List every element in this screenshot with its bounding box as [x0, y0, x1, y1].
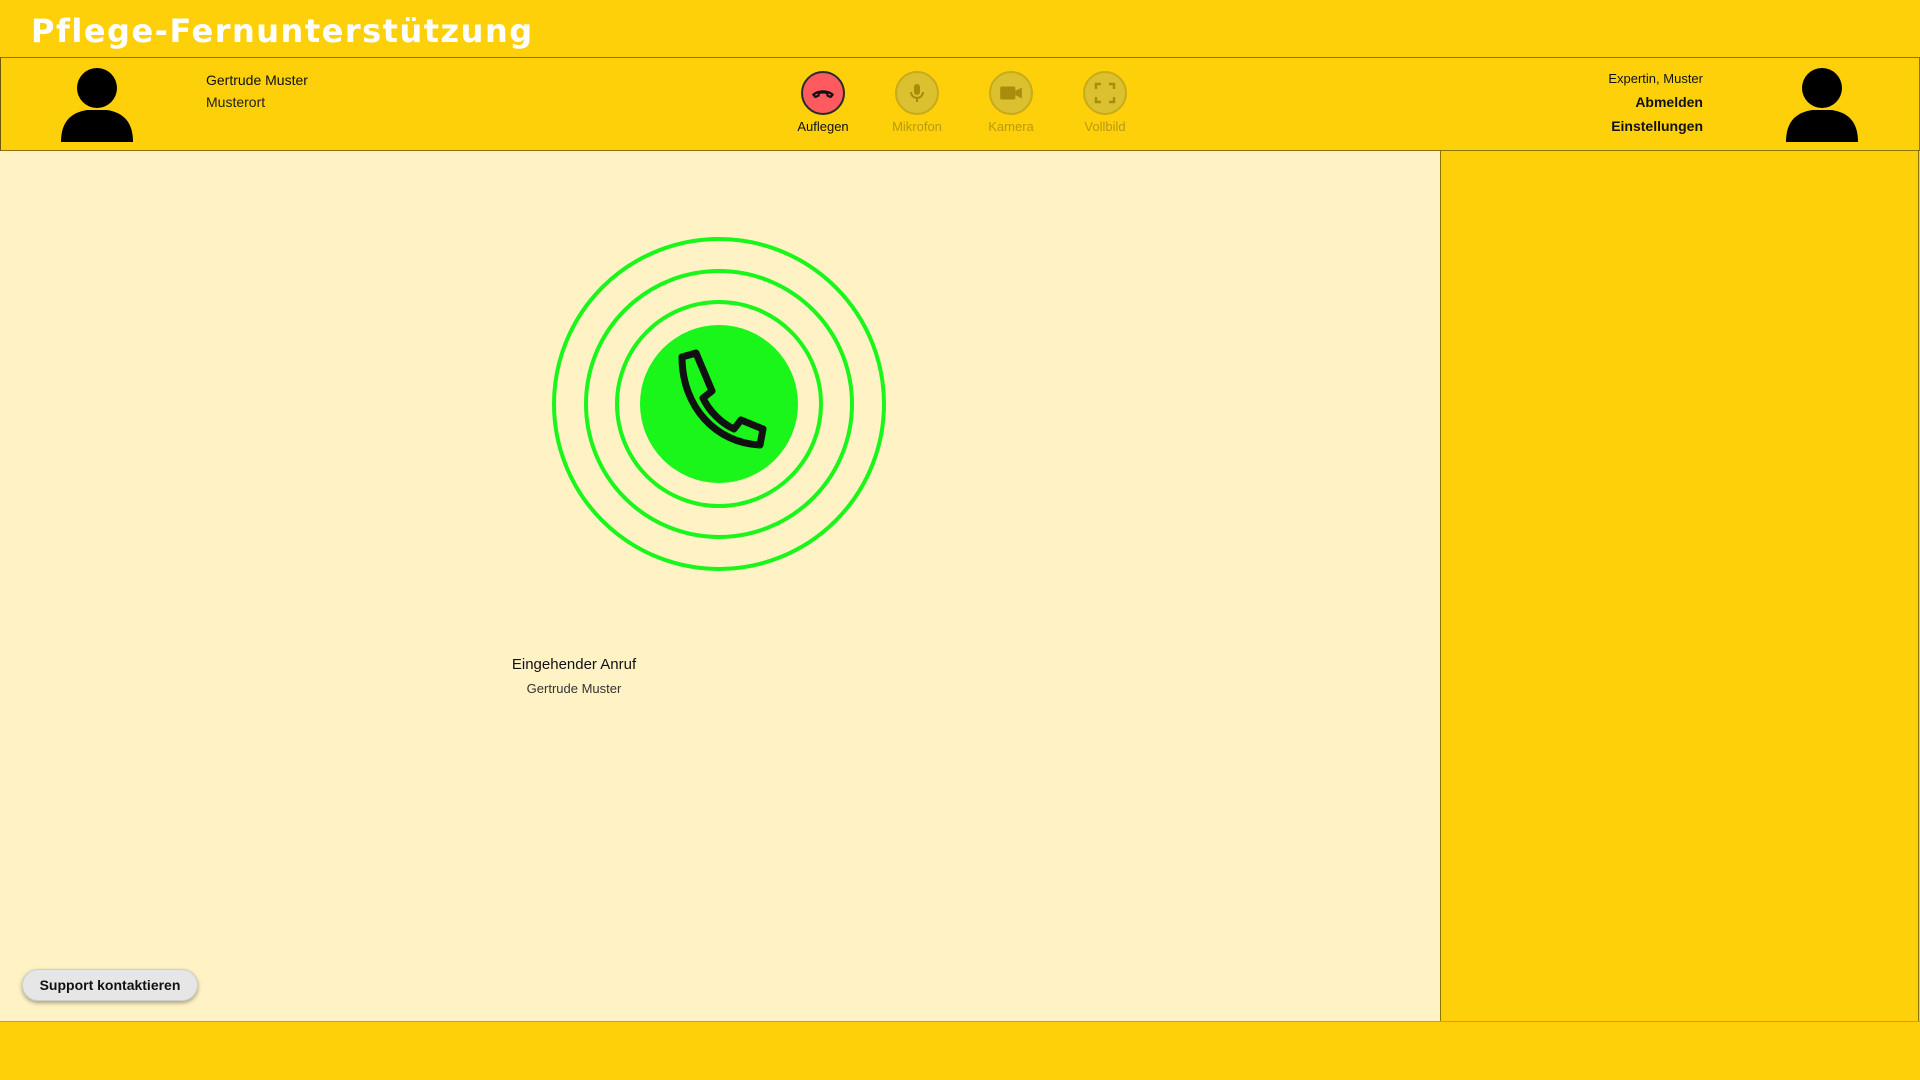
user-name: Expertin, Muster [1608, 71, 1703, 86]
side-panel [1441, 151, 1919, 1021]
footer-divider [0, 1021, 1920, 1022]
settings-link[interactable]: Einstellungen [1608, 118, 1703, 134]
accept-call-button[interactable] [640, 325, 798, 483]
call-header-bar: Gertrude Muster Musterort Auflegen Mikro… [0, 57, 1920, 151]
incoming-call-status: Eingehender Anruf [511, 656, 637, 673]
camera-button[interactable]: Kamera [971, 71, 1051, 134]
caller-name: Gertrude Muster [206, 72, 308, 88]
microphone-button[interactable]: Mikrofon [877, 71, 957, 134]
app-title-bar: Pflege-Fernunterstützung [0, 0, 1920, 57]
support-button[interactable]: Support kontaktieren [22, 969, 198, 1001]
logout-link[interactable]: Abmelden [1608, 94, 1703, 110]
caller-location: Musterort [206, 94, 266, 110]
call-controls: Auflegen Mikrofon Kamera Vollbild [783, 71, 1143, 137]
caller-avatar-icon [59, 66, 135, 142]
microphone-label: Mikrofon [892, 119, 942, 134]
app-title: Pflege-Fernunterstützung [31, 12, 534, 50]
user-info: Expertin, Muster Abmelden Einstellungen [1608, 71, 1703, 134]
fullscreen-icon [1083, 71, 1127, 115]
fullscreen-button[interactable]: Vollbild [1065, 71, 1145, 134]
hangup-button[interactable]: Auflegen [783, 71, 863, 134]
incoming-call-indicator [551, 236, 887, 572]
video-camera-icon [989, 71, 1033, 115]
user-avatar-icon [1784, 66, 1860, 142]
fullscreen-label: Vollbild [1084, 119, 1126, 134]
call-main-area: Eingehender Anruf Gertrude Muster Suppor… [0, 151, 1441, 1021]
incoming-caller-name: Gertrude Muster [526, 681, 622, 696]
phone-hangup-icon [801, 71, 845, 115]
camera-label: Kamera [988, 119, 1034, 134]
hangup-label: Auflegen [797, 119, 849, 134]
microphone-icon [895, 71, 939, 115]
